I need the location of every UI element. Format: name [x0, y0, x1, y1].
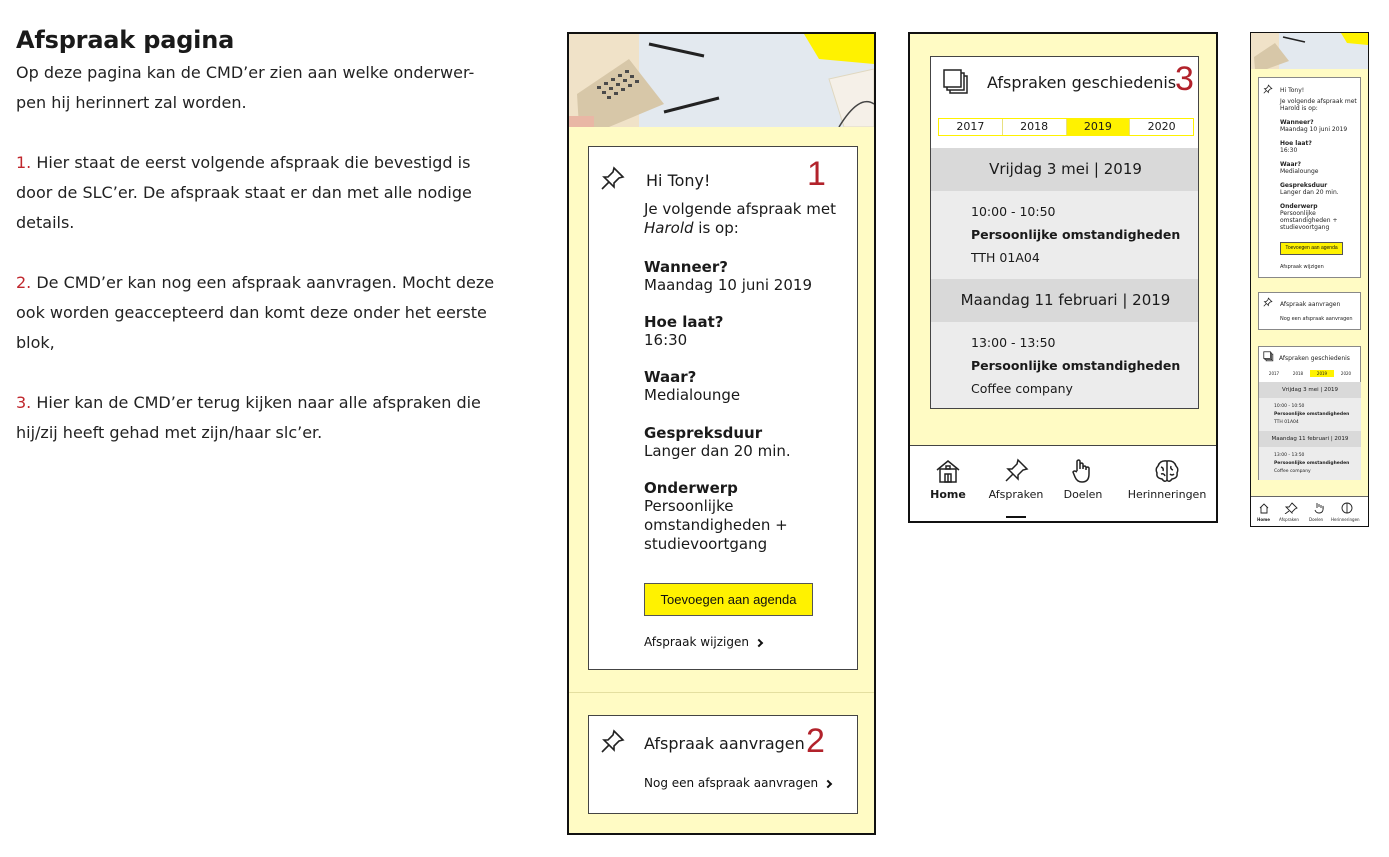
nav-herinneringen[interactable]: Herinneringen	[1122, 446, 1212, 501]
when-value: Maandag 10 juni 2019	[644, 276, 812, 294]
intro-text: Op deze pagina kan de CMD’er zien aan we…	[16, 63, 475, 112]
callout-number-1: 1	[807, 155, 826, 193]
chevron-right-icon	[754, 638, 764, 648]
intro-line-1: Je volgende afspraak met	[644, 200, 836, 218]
nav-home[interactable]: Home	[924, 446, 972, 501]
point-2-text: 2. De CMD’er kan nog een afspraak aanvra…	[16, 273, 495, 352]
history-card: Afspraken geschiedenis 3 2017 2018 2019 …	[930, 56, 1199, 409]
description-panel: Afspraak pagina Op deze pagina kan de CM…	[16, 26, 516, 448]
tab-year-2018[interactable]: 2018	[1003, 119, 1067, 135]
entry-time: 10:00 - 10:50	[971, 204, 1056, 219]
hand-icon	[1072, 459, 1090, 483]
tab-year-2019[interactable]: 2019	[1066, 119, 1131, 135]
next-appointment-card: Hi Tony! 1 Je volgende afspraak met Haro…	[588, 146, 858, 670]
mini-change-link[interactable]: Afspraak wijzigen	[1280, 264, 1324, 271]
day-header: Vrijdag 3 mei | 2019	[931, 148, 1198, 191]
phone-overview-mini: Hi Tony! Je volgende afspraak met Harold…	[1250, 32, 1369, 527]
history-title: Afspraken geschiedenis	[987, 73, 1177, 92]
mini-history-card: Afspraken geschiedenis 2017 2018 2019 20…	[1258, 346, 1361, 480]
entry-time: 13:00 - 13:50	[971, 335, 1056, 350]
tab-year-2017[interactable]: 2017	[939, 119, 1003, 135]
chevron-right-icon	[823, 779, 833, 789]
mini-request-card: Afspraak aanvragen Nog een afspraak aanv…	[1258, 292, 1361, 330]
history-stack-icon	[943, 69, 968, 94]
phone-history-screen: Afspraken geschiedenis 3 2017 2018 2019 …	[908, 32, 1218, 523]
greeting: Hi Tony!	[646, 171, 711, 190]
request-title: Afspraak aanvragen	[644, 734, 805, 753]
phone-appointment-screen: Hi Tony! 1 Je volgende afspraak met Haro…	[567, 32, 876, 835]
request-appointment-card: Afspraak aanvragen 2 Nog een afspraak aa…	[588, 715, 858, 814]
home-icon	[936, 460, 960, 483]
callout-number-3: 3	[1175, 60, 1194, 98]
subject-label: Onderwerp	[644, 479, 738, 497]
nav-doelen[interactable]: Doelen	[1058, 446, 1108, 501]
year-tabs: 2017 2018 2019 2020	[938, 118, 1194, 136]
pushpin-icon	[1263, 84, 1273, 94]
entry-subject: Persoonlijke omstandigheden	[971, 358, 1181, 373]
hero-image	[569, 34, 874, 127]
entry-place: Coffee company	[971, 381, 1073, 396]
add-to-agenda-button[interactable]: Toevoegen aan agenda	[644, 583, 813, 616]
entry-place: TTH 01A04	[971, 250, 1040, 265]
change-appointment-link[interactable]: Afspraak wijzigen	[644, 635, 764, 649]
duration-value: Langer dan 20 min.	[644, 442, 791, 460]
active-tab-indicator	[1006, 516, 1026, 518]
point-1-text: 1. Hier staat de eerst volgende afspraak…	[16, 153, 472, 232]
pushpin-icon	[1263, 297, 1273, 307]
nav-afspraken[interactable]: Afspraken	[984, 446, 1048, 501]
pushpin-icon	[601, 729, 625, 753]
history-entry[interactable]: 10:00 - 10:50 Persoonlijke omstandighede…	[931, 191, 1198, 279]
page-title: Afspraak pagina	[16, 26, 235, 54]
duration-label: Gespreksduur	[644, 424, 763, 442]
day-header: Maandag 11 februari | 2019	[931, 279, 1198, 322]
request-appointment-link[interactable]: Nog een afspraak aanvragen	[644, 776, 833, 790]
where-label: Waar?	[644, 368, 697, 386]
when-label: Wanneer?	[644, 258, 728, 276]
divider	[569, 692, 874, 693]
pushpin-icon	[601, 166, 625, 190]
mini-bottom-navigation: Home Afspraken Doelen Herinneringen	[1251, 496, 1368, 526]
history-stack-icon	[1263, 351, 1274, 362]
time-label: Hoe laat?	[644, 313, 724, 331]
mini-nav-icons	[1259, 502, 1353, 514]
callout-number-2: 2	[806, 722, 825, 760]
mini-request-link[interactable]: Nog een afspraak aanvragen	[1280, 316, 1353, 323]
hero-image-mini	[1251, 33, 1368, 69]
subject-value-2: omstandigheden +	[644, 516, 788, 534]
pushpin-icon	[1005, 458, 1029, 482]
mini-appointment-card: Hi Tony! Je volgende afspraak met Harold…	[1258, 77, 1361, 278]
where-value: Medialounge	[644, 386, 741, 404]
history-entry[interactable]: 13:00 - 13:50 Persoonlijke omstandighede…	[931, 322, 1198, 408]
mini-add-to-agenda-button[interactable]: Toevoegen aan agenda	[1280, 242, 1343, 255]
entry-subject: Persoonlijke omstandigheden	[971, 227, 1181, 242]
bottom-navigation: Home Afspraken Doelen Herinneringen	[910, 445, 1216, 521]
tab-year-2020[interactable]: 2020	[1130, 119, 1193, 135]
intro-line-2: Harold is op:	[644, 219, 739, 237]
brain-icon	[1155, 460, 1179, 483]
point-3-text: 3. Hier kan de CMD’er terug kijken naar …	[16, 393, 481, 442]
subject-value-1: Persoonlijke	[644, 497, 734, 515]
time-value: 16:30	[644, 331, 688, 349]
mini-year-tabs: 2017 2018 2019 2020	[1268, 370, 1352, 377]
subject-value-3: studievoortgang	[644, 535, 768, 553]
